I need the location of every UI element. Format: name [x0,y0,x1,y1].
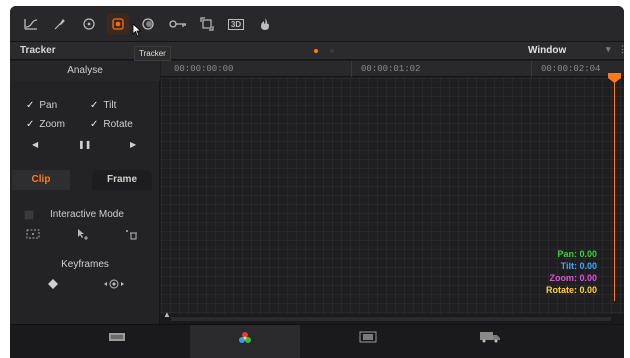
zoom-readout: Zoom: 0.00 [549,273,597,283]
tilt-readout: Tilt: 0.00 [560,261,597,271]
track-reverse-icon[interactable]: ◀ [32,140,38,149]
tracking-graph[interactable]: Pan: 0.00 Tilt: 0.00 Zoom: 0.00 Rotate: … [161,78,624,324]
panel-title: Tracker [20,45,56,56]
deliver-page-tab[interactable] [435,325,545,358]
more-options-icon[interactable]: ⋮ [618,44,624,55]
horizontal-scrollbar[interactable] [161,314,624,324]
frame-mode-button[interactable]: Frame [92,170,152,190]
palette-toolbar: 3D [10,6,624,42]
tracker-graph-area[interactable]: 00:00:00:00 00:00:01:02 00:00:02:04 Pan:… [161,61,624,324]
analyse-label: Analyse [10,61,160,81]
playhead-handle[interactable] [608,73,621,83]
ruler-divider [531,61,532,77]
track-forward-icon[interactable]: ▶ [130,140,136,149]
mouse-cursor-icon [132,23,142,37]
rotate-checkbox[interactable]: ✓ Rotate [90,119,133,130]
rotate-label: Rotate [103,119,133,130]
checkmark-icon: ✓ [26,119,35,130]
fire-icon[interactable] [254,13,276,35]
clip-mode-button[interactable]: Clip [12,170,70,190]
window-icon[interactable] [78,13,100,35]
keyframes-label: Keyframes [61,259,109,270]
select-region-icon[interactable] [26,228,40,243]
zoom-checkbox[interactable]: ✓ Zoom [26,119,65,130]
pause-icon[interactable]: ❚❚ [78,140,91,149]
media-page-tab[interactable] [62,325,172,358]
zoom-triangle-icon[interactable]: ▲ [163,310,171,319]
tilt-label: Tilt [103,100,117,111]
chevron-down-icon[interactable]: ▾ [606,44,611,55]
tilt-checkbox[interactable]: ✓ Tilt [90,100,116,111]
tracker-tooltip: Tracker [134,46,171,61]
media-icon [109,333,125,341]
mode-dropdown[interactable]: Window [528,45,566,56]
gallery-page-tab[interactable] [313,325,423,358]
gallery-icon [359,331,377,343]
interactive-mode-label: Interactive Mode [50,209,124,220]
timecode-start: 00:00:00:00 [174,64,234,74]
sizing-icon[interactable] [196,13,218,35]
curves-icon[interactable] [20,13,42,35]
ruler-divider [351,61,352,77]
playhead-line[interactable] [614,77,615,301]
checkmark-icon: ✓ [90,100,99,111]
key-icon[interactable] [167,13,189,35]
timecode-end: 00:00:02:04 [541,64,601,74]
page-indicator[interactable] [330,49,334,53]
color-wheel-icon [239,332,251,343]
timecode-mid: 00:00:01:02 [361,64,421,74]
add-keyframe-icon[interactable] [48,279,58,292]
color-page-window: 3D Tracker Window ▾ ⋮ Analyse ✓ Pan ✓ Tilt… [10,6,624,358]
add-point-icon[interactable] [76,228,90,244]
tracker-controls-panel: Analyse ✓ Pan ✓ Tilt ✓ Zoom ✓ Rotate ◀ ❚❚ ▶ … [10,61,160,324]
zoom-label: Zoom [39,119,65,130]
pan-readout: Pan: 0.00 [557,249,597,259]
color-page-tab[interactable] [190,325,300,358]
checkmark-icon: ✓ [26,100,35,111]
checkmark-icon: ✓ [90,119,99,130]
keyframe-navigate-icon[interactable] [104,279,124,292]
rotate-readout: Rotate: 0.00 [545,285,597,295]
deliver-icon [480,332,500,343]
pan-label: Pan [39,100,58,111]
scrollbar-thumb[interactable] [171,317,611,321]
timecode-ruler[interactable]: 00:00:00:00 00:00:01:02 00:00:02:04 [161,61,624,77]
qualifier-icon[interactable] [48,13,70,35]
tracker-header: Tracker Window ▾ ⋮ [10,42,624,60]
3d-label: 3D [227,18,245,30]
delete-point-icon[interactable] [124,228,138,244]
3d-icon[interactable]: 3D [225,13,247,35]
pan-checkbox[interactable]: ✓ Pan [26,100,57,111]
page-navigation-bar [10,324,624,358]
page-indicator-active[interactable] [314,49,318,53]
interactive-mode-checkbox[interactable] [24,210,34,220]
tracker-icon[interactable] [107,13,129,35]
